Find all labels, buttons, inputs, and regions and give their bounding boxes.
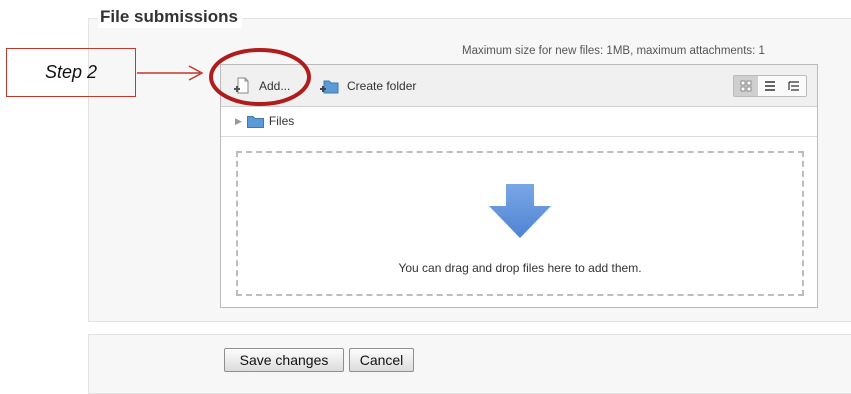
annotation-overlay	[137, 48, 311, 106]
highlight-ellipse	[209, 48, 311, 106]
